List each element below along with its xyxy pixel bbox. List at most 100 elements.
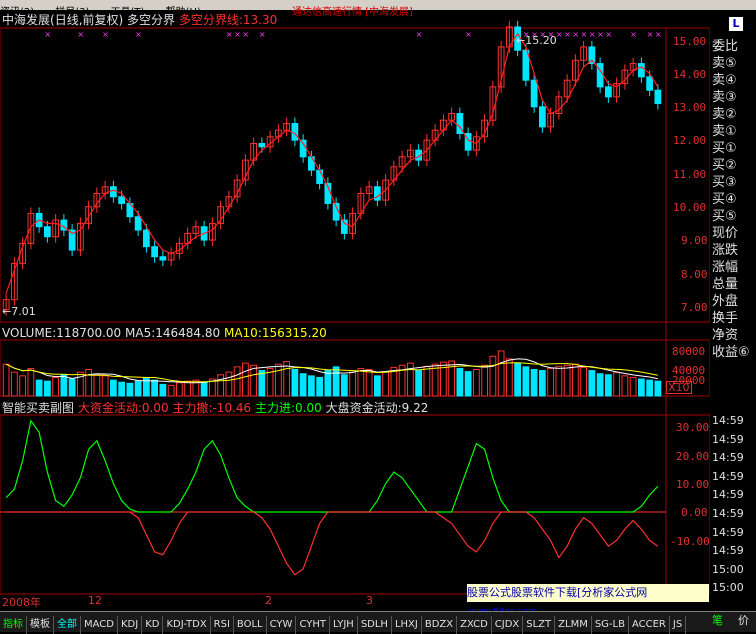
volume-bar xyxy=(19,375,27,397)
main-in-line xyxy=(5,419,659,513)
volume-bar xyxy=(324,370,332,397)
price-tick-9: 9.00 xyxy=(681,234,708,247)
volume-bar xyxy=(217,374,225,397)
label-outer: 外盘 xyxy=(712,294,739,309)
volume-bar xyxy=(151,379,159,397)
tab-sg-lb[interactable]: SG-LB xyxy=(592,616,629,634)
label-buy1: 买① xyxy=(712,141,737,156)
price-tick-8: 8.00 xyxy=(681,268,708,281)
volume-bar xyxy=(538,370,546,397)
tab-price[interactable]: 价 xyxy=(738,612,749,630)
volume-bar xyxy=(126,382,134,397)
signal-mark: × xyxy=(630,30,637,39)
signal-mark: × xyxy=(564,30,571,39)
volume-bar xyxy=(464,371,472,397)
volume-value: VOLUME:118700.00 xyxy=(2,326,122,340)
volume-bar xyxy=(365,369,373,397)
label-buy3: 买③ xyxy=(712,175,737,190)
volume-bar xyxy=(258,370,266,397)
volume-bar xyxy=(472,369,480,397)
signal-mark: × xyxy=(572,30,579,39)
candle-body xyxy=(151,246,159,258)
volume-bar xyxy=(299,373,307,397)
volume-bar xyxy=(10,371,18,397)
tab-lhxj[interactable]: LHXJ xyxy=(392,616,422,634)
label-weibi: 委比 xyxy=(712,39,739,54)
low-marker-value: 7.01 xyxy=(11,305,36,318)
candle-body xyxy=(159,256,167,261)
volume-unit: X10 xyxy=(666,381,692,394)
main-out-value: 主力撤:-10.46 xyxy=(172,401,252,415)
candle-body xyxy=(654,89,662,105)
volume-bar xyxy=(349,371,357,397)
volume-bar xyxy=(604,374,612,397)
label-sell1: 卖① xyxy=(712,124,737,139)
volume-bar xyxy=(167,384,175,397)
ad-banner[interactable]: 股票公式股票软件下载[分析家公式网www.88gs.com xyxy=(467,584,709,617)
tab-kd[interactable]: KD xyxy=(142,616,164,634)
tab-indicator[interactable]: 指标 xyxy=(0,616,27,634)
quote-labels: 委比 卖⑤ 卖④ 卖③ 卖② 卖① 买① 买② 买③ 买④ 买⑤ 现价 涨跌 涨… xyxy=(712,38,750,361)
signal-mark: × xyxy=(242,30,249,39)
volume-bar xyxy=(563,364,571,397)
volume-ma10-line xyxy=(5,362,658,383)
tab-accer[interactable]: ACCER xyxy=(629,616,670,634)
volume-bar xyxy=(60,374,68,397)
tab-cyw[interactable]: CYW xyxy=(267,616,297,634)
tab-template[interactable]: 模板 xyxy=(27,616,54,634)
window-title: 通达信高速行情 [中海发展] xyxy=(291,7,413,18)
volume-bar xyxy=(613,372,621,397)
price-tick-7: 7.00 xyxy=(681,301,708,314)
tab-zlmm[interactable]: ZLMM xyxy=(555,616,592,634)
trade-time: 15:00 xyxy=(712,581,744,595)
volume-bar xyxy=(629,376,637,397)
flow-tick-20: 20.00 xyxy=(676,450,710,463)
volume-bar xyxy=(654,380,662,397)
volume-bar xyxy=(118,381,126,397)
month-label-3: 3 xyxy=(366,594,373,607)
flow-pane-title: 智能买卖副图 大资金活动:0.00 主力撤:-10.46 主力进:0.00 大盘… xyxy=(2,401,428,415)
candle-body xyxy=(291,123,299,141)
volume-bar xyxy=(134,380,142,397)
label-earnings: 收益⑥ xyxy=(712,345,750,360)
big-money-value: 大资金活动:0.00 xyxy=(77,401,169,415)
flow-tick-minus10: -10.00 xyxy=(670,535,710,548)
candle-body xyxy=(258,142,266,148)
tab-kdj-tdx[interactable]: KDJ-TDX xyxy=(163,616,211,634)
volume-bar xyxy=(85,369,93,397)
signal-mark: × xyxy=(44,30,51,39)
volume-bar xyxy=(250,364,258,397)
tab-slzt[interactable]: SLZT xyxy=(523,616,556,634)
indicator-tab-bar: 指标 模板 全部 MACD KDJ KD KDJ-TDX RSI BOLL CYW CYHT LYJH… xyxy=(0,611,756,634)
signal-mark: × xyxy=(647,30,654,39)
price-tick-11: 11.00 xyxy=(673,168,707,181)
high-marker-value: 15.20 xyxy=(525,34,557,47)
volume-bar xyxy=(52,376,60,397)
tab-bdzx[interactable]: BDZX xyxy=(422,616,458,634)
tab-zxcd[interactable]: ZXCD xyxy=(457,616,492,634)
trade-time: 14:59 xyxy=(712,414,744,427)
candle-body xyxy=(637,63,645,78)
candle-body xyxy=(109,186,117,198)
price-tick-13: 13.00 xyxy=(673,101,707,114)
volume-ma5-line xyxy=(5,358,658,384)
tab-js[interactable]: JS xyxy=(670,616,687,634)
tab-macd[interactable]: MACD xyxy=(81,616,118,634)
tab-bi[interactable]: 笔 xyxy=(712,612,723,630)
tab-all[interactable]: 全部 xyxy=(54,616,81,634)
tab-rsi[interactable]: RSI xyxy=(211,616,234,634)
label-buy2: 买② xyxy=(712,158,737,173)
volume-bar xyxy=(415,370,423,397)
boundary-line xyxy=(5,32,659,294)
tab-cyht[interactable]: CYHT xyxy=(296,616,330,634)
tab-lyjh[interactable]: LYJH xyxy=(330,616,358,634)
tab-boll[interactable]: BOLL xyxy=(234,616,267,634)
low-marker: ←7.01 xyxy=(2,305,36,318)
tab-cjdx[interactable]: CJDX xyxy=(492,616,524,634)
tab-sdlh[interactable]: SDLH xyxy=(358,616,392,634)
tab-kdj[interactable]: KDJ xyxy=(118,616,143,634)
volume-bar xyxy=(175,382,183,397)
sidebar-badge[interactable]: L xyxy=(729,17,743,31)
chart-canvas[interactable]: × × × × × × × × × × × × × × × × × × × × × × × × xyxy=(0,0,756,631)
label-buy5: 买⑤ xyxy=(712,209,737,224)
